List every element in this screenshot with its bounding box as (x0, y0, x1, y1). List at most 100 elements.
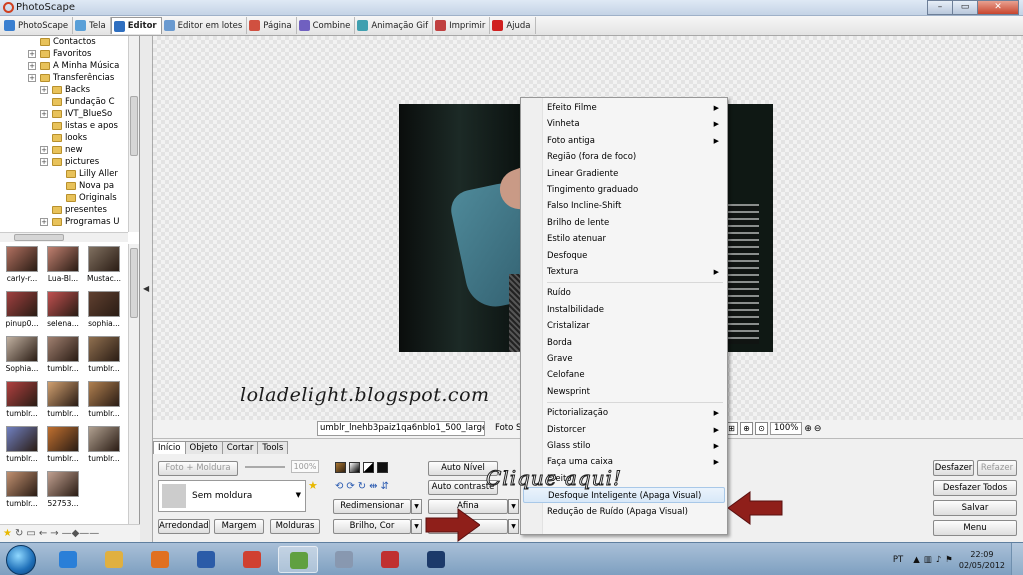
menu-item[interactable]: Distorcer ▶ (545, 422, 723, 438)
zoom-fit-icon[interactable]: ⊕ (740, 422, 753, 435)
menu-item[interactable]: Efeito Filme ▶ (545, 100, 723, 116)
tab-editor-em-lotes[interactable]: Editor em lotes (162, 17, 248, 34)
menu-item[interactable]: Região (fora de foco) (545, 149, 723, 165)
zoom-out-icon[interactable]: ⊖ (814, 424, 822, 434)
menu-item[interactable]: Linear Gradiente (545, 166, 723, 182)
bw-icon[interactable] (363, 462, 374, 473)
menu-item[interactable]: Textura ▶ (545, 264, 723, 280)
expand-icon[interactable]: + (40, 218, 48, 226)
menu-item[interactable]: Estilo atenuar (545, 231, 723, 247)
thumbnail[interactable]: tumblr... (2, 426, 42, 466)
thumbnail[interactable]: tumblr... (43, 336, 83, 376)
margem-button[interactable]: Margem (214, 519, 264, 534)
favorite-star-icon[interactable]: ★ (308, 479, 318, 492)
foto-moldura-button[interactable]: Foto + Moldura (158, 461, 238, 476)
thumbnail[interactable]: 52753... (43, 471, 83, 511)
close-button[interactable]: ✕ (977, 0, 1019, 15)
tray-arrow-icon[interactable]: ▲ (913, 555, 920, 565)
desfazer-todos-button[interactable]: Desfazer Todos (933, 480, 1017, 496)
thumbnail[interactable]: tumblr... (43, 426, 83, 466)
menu-item[interactable]: Brilho de lente (545, 215, 723, 231)
thumbnail-scrollbar[interactable] (128, 244, 139, 524)
tab-página[interactable]: Página (247, 17, 297, 34)
menu-item[interactable]: Tingimento graduado (545, 182, 723, 198)
tree-item[interactable]: Fundação C (0, 96, 128, 108)
menu-item[interactable]: Newsprint (545, 384, 723, 400)
frame-select[interactable]: Sem moldura ▼ (158, 480, 306, 512)
thumbnail[interactable]: tumblr... (84, 336, 124, 376)
taskbar-photoscape[interactable] (278, 546, 318, 573)
start-button[interactable] (6, 545, 36, 575)
tab-editor[interactable]: Editor (110, 17, 162, 34)
expand-icon[interactable]: + (40, 146, 48, 154)
tree-item[interactable]: + IVT_BlueSo (0, 108, 128, 120)
filtro-dropdown[interactable]: ▼ (508, 519, 519, 534)
thumbnail[interactable]: Mustac... (84, 246, 124, 286)
menu-item[interactable]: Cristalizar (545, 318, 723, 334)
menu-button[interactable]: Menu (933, 520, 1017, 536)
menu-item[interactable]: Vinheta ▶ (545, 116, 723, 132)
thumbnail[interactable]: sophia... (84, 291, 124, 331)
thumb-size-slider[interactable]: —◆—— (62, 528, 100, 539)
tab-animação-gif[interactable]: Animação Gif (355, 17, 434, 34)
filename-field[interactable]: umblr_lnehb3paiz1qa6nblo1_500_large.jp (317, 421, 485, 436)
clock[interactable]: 22:09 02/05/2012 (959, 549, 1005, 571)
tree-item[interactable]: + Transferências (0, 72, 128, 84)
expand-icon[interactable]: + (28, 62, 36, 70)
expand-icon[interactable]: + (40, 110, 48, 118)
maximize-button[interactable]: ▭ (952, 0, 978, 15)
thumbnail[interactable]: Sophia... (2, 336, 42, 376)
brilho-cor-dropdown[interactable]: ▼ (411, 519, 422, 534)
mirror-icon[interactable]: ⇵ (381, 481, 389, 492)
refresh-icon[interactable]: ↻ (15, 528, 23, 539)
tree-item[interactable]: Originals (0, 192, 128, 204)
invert-icon[interactable] (377, 462, 388, 473)
tree-item[interactable]: + pictures (0, 156, 128, 168)
collapse-arrow-icon[interactable]: ◀ (143, 284, 149, 293)
menu-item[interactable]: Falso Incline-Shift (545, 198, 723, 214)
menu-item[interactable]: Grave (545, 351, 723, 367)
menu-item[interactable]: Redução de Ruído (Apaga Visual) (545, 504, 723, 520)
arredondado-button[interactable]: Arredondado (158, 519, 210, 534)
rotate-right-icon[interactable]: ⟳ (346, 481, 354, 492)
molduras-button[interactable]: Molduras (270, 519, 320, 534)
menu-item[interactable]: Desfoque (545, 248, 723, 264)
menu-item[interactable]: Foto antiga ▶ (545, 133, 723, 149)
rotate-left-icon[interactable]: ⟲ (335, 481, 343, 492)
tree-item[interactable]: + A Minha Música (0, 60, 128, 72)
color-tone-icon[interactable] (335, 462, 346, 473)
tree-item[interactable]: + new (0, 144, 128, 156)
redimensionar-dropdown[interactable]: ▼ (411, 499, 422, 514)
expand-icon[interactable]: + (28, 50, 36, 58)
expand-icon[interactable]: + (40, 86, 48, 94)
thumbnail[interactable]: tumblr... (2, 381, 42, 421)
tree-item[interactable]: Lilly Aller (0, 168, 128, 180)
tab-inicio[interactable]: Início (153, 441, 186, 454)
taskbar-internet-explorer[interactable] (48, 546, 88, 573)
taskbar-word[interactable] (186, 546, 226, 573)
language-indicator[interactable]: PT (893, 555, 903, 565)
refresh-icon[interactable]: ↻ (358, 481, 366, 492)
tab-tela[interactable]: Tela (73, 17, 111, 34)
zoom-in-icon[interactable]: ⊕ (804, 424, 812, 434)
thumbnail[interactable]: tumblr... (84, 381, 124, 421)
taskbar-file-explorer[interactable] (94, 546, 134, 573)
tab-objeto[interactable]: Objeto (184, 441, 223, 454)
volume-icon[interactable]: ♪ (936, 555, 941, 565)
afina-dropdown[interactable]: ▼ (508, 499, 519, 514)
tab-cortar[interactable]: Cortar (221, 441, 259, 454)
tab-ajuda[interactable]: Ajuda (490, 17, 536, 34)
show-desktop-button[interactable] (1011, 543, 1023, 575)
desfazer-button[interactable]: Desfazer (933, 460, 974, 476)
thumbnail[interactable]: tumblr... (43, 381, 83, 421)
taskbar-photoshop[interactable] (416, 546, 456, 573)
tab-imprimir[interactable]: Imprimir (433, 17, 491, 34)
tree-item[interactable]: + Programas U (0, 216, 128, 228)
zoom-level[interactable]: 100% (770, 422, 803, 435)
taskbar-media-player[interactable] (140, 546, 180, 573)
contrast-icon[interactable] (349, 462, 360, 473)
taskbar-opera[interactable] (370, 546, 410, 573)
tree-item[interactable]: Nova pa (0, 180, 128, 192)
thumbnail[interactable]: pinup0... (2, 291, 42, 331)
tree-horizontal-scrollbar[interactable] (0, 232, 128, 242)
